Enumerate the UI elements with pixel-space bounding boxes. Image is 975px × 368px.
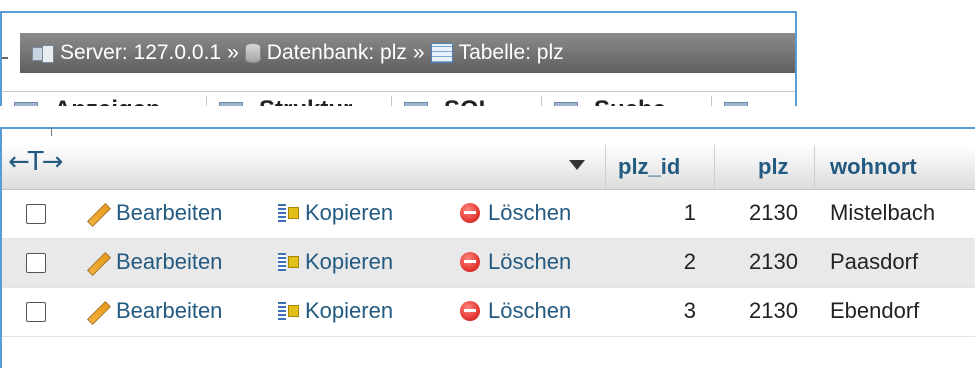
- delete-icon: [460, 252, 480, 272]
- cell-plz-id: 2: [683, 249, 696, 274]
- tab-sql[interactable]: SQL: [392, 96, 542, 106]
- edit-link[interactable]: Bearbeiten: [84, 298, 222, 324]
- sql-icon: [404, 102, 428, 106]
- phpmyadmin-header-panel: Server: 127.0.0.1 » Datenbank: plz » Tab…: [0, 11, 797, 106]
- tab-anzeigen[interactable]: Anzeigen: [2, 96, 207, 106]
- edit-label: Bearbeiten: [116, 200, 223, 225]
- header-divider: [814, 145, 815, 189]
- breadcrumb-separator: »: [412, 41, 425, 64]
- tab-struktur[interactable]: Struktur: [207, 96, 392, 106]
- pencil-icon: [84, 249, 110, 275]
- delete-label: Löschen: [488, 200, 572, 225]
- edit-label: Bearbeiten: [116, 298, 223, 323]
- database-icon: [244, 43, 261, 63]
- cell-wohnort: Mistelbach: [830, 200, 936, 225]
- column-header-wohnort[interactable]: wohnort: [830, 154, 917, 180]
- tab-label: SQL: [444, 96, 493, 106]
- column-header-plz[interactable]: plz: [758, 154, 789, 180]
- copy-icon: [277, 202, 299, 224]
- structure-icon: [219, 102, 243, 106]
- breadcrumb: Server: 127.0.0.1 » Datenbank: plz » Tab…: [20, 33, 795, 73]
- tab-label: Suche: [594, 96, 666, 106]
- row-checkbox[interactable]: [26, 253, 46, 273]
- copy-link[interactable]: Kopieren: [277, 249, 393, 275]
- cell-plz-id: 1: [683, 200, 696, 225]
- breadcrumb-database[interactable]: Datenbank: plz: [267, 41, 407, 65]
- column-header-plz-id[interactable]: plz_id: [618, 154, 680, 180]
- panel-top-border: [2, 127, 975, 129]
- copy-icon: [277, 300, 299, 322]
- table-icon: [430, 43, 453, 63]
- delete-label: Löschen: [488, 249, 572, 274]
- tab-label: Struktur: [259, 96, 352, 106]
- resize-tick: [51, 127, 52, 136]
- search-icon: [554, 102, 578, 106]
- delete-icon: [460, 301, 480, 321]
- header-divider: [714, 145, 715, 189]
- cell-plz-id: 3: [683, 298, 696, 323]
- tab-label: Anzeigen: [54, 96, 161, 106]
- tab-bar: Anzeigen Struktur SQL Suche: [2, 91, 795, 106]
- delete-link[interactable]: Löschen: [460, 200, 571, 226]
- column-nav-arrows[interactable]: ←T→: [8, 147, 63, 177]
- header-divider: [605, 145, 606, 189]
- pencil-icon: [84, 200, 110, 226]
- result-table-panel: ←T→ plz_id plz wohnort Bearbeiten Kopier…: [0, 127, 975, 368]
- edit-link[interactable]: Bearbeiten: [84, 200, 222, 226]
- panel-edge-mark: [2, 57, 8, 59]
- cell-plz: 2130: [749, 200, 798, 225]
- insert-icon: [724, 102, 748, 106]
- copy-link[interactable]: Kopieren: [277, 200, 393, 226]
- cell-plz: 2130: [749, 249, 798, 274]
- sort-dropdown-icon[interactable]: [569, 160, 585, 170]
- server-icon: [32, 44, 54, 63]
- copy-link[interactable]: Kopieren: [277, 298, 393, 324]
- copy-icon: [277, 251, 299, 273]
- table-row: Bearbeiten Kopieren Löschen 1 2130 Miste…: [2, 190, 975, 239]
- browse-icon: [14, 102, 38, 106]
- copy-label: Kopieren: [305, 298, 394, 323]
- cell-wohnort: Ebendorf: [830, 298, 920, 323]
- copy-label: Kopieren: [305, 249, 394, 274]
- row-checkbox[interactable]: [26, 302, 46, 322]
- cell-wohnort: Paasdorf: [830, 249, 919, 274]
- table-row: Bearbeiten Kopieren Löschen 3 2130 Ebend…: [2, 288, 975, 337]
- edit-label: Bearbeiten: [116, 249, 223, 274]
- copy-label: Kopieren: [305, 200, 394, 225]
- table-row: Bearbeiten Kopieren Löschen 2 2130 Paasd…: [2, 239, 975, 288]
- delete-icon: [460, 203, 480, 223]
- row-checkbox[interactable]: [26, 204, 46, 224]
- tab-einfuegen[interactable]: [712, 96, 795, 106]
- delete-label: Löschen: [488, 298, 572, 323]
- breadcrumb-server[interactable]: Server: 127.0.0.1: [60, 41, 221, 65]
- delete-link[interactable]: Löschen: [460, 249, 571, 275]
- pencil-icon: [84, 298, 110, 324]
- table-header: ←T→ plz_id plz wohnort: [2, 145, 975, 190]
- cell-plz: 2130: [749, 298, 798, 323]
- tab-suche[interactable]: Suche: [542, 96, 712, 106]
- breadcrumb-table[interactable]: Tabelle: plz: [459, 41, 564, 65]
- edit-link[interactable]: Bearbeiten: [84, 249, 222, 275]
- delete-link[interactable]: Löschen: [460, 298, 571, 324]
- breadcrumb-separator: »: [227, 41, 239, 64]
